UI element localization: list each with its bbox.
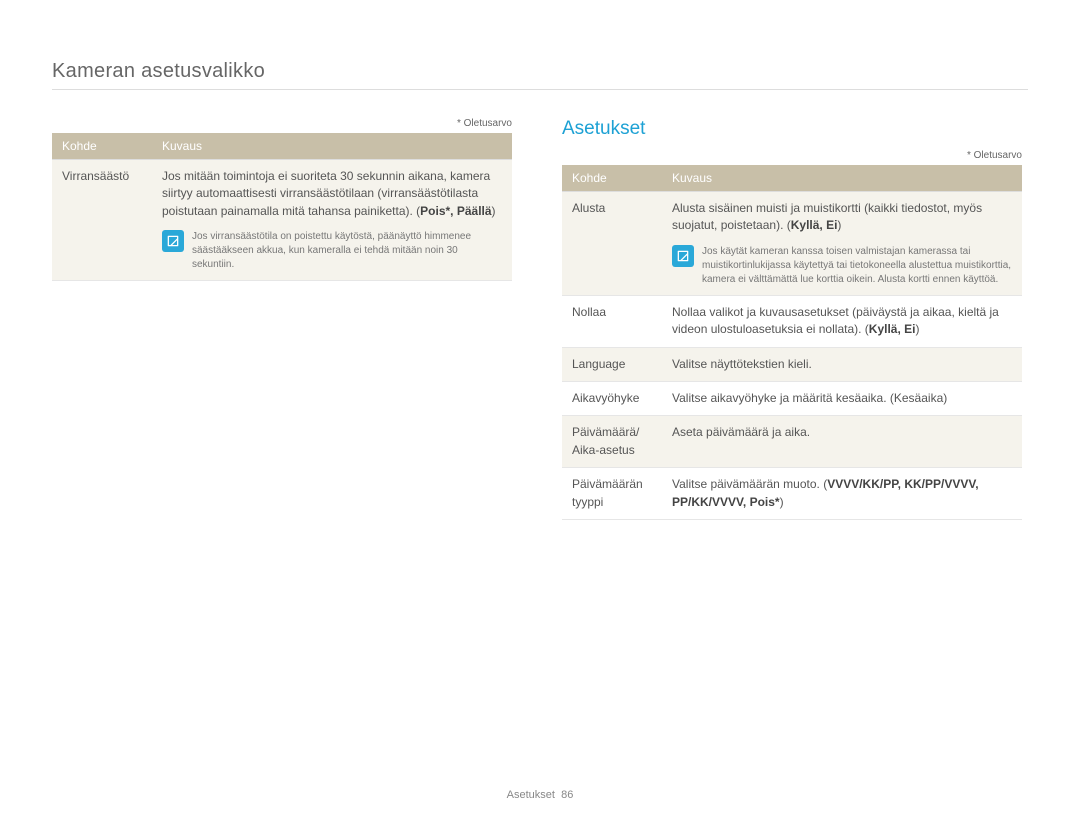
page-title: Kameran asetusvalikko: [52, 60, 1028, 90]
desc-post: ): [915, 322, 919, 336]
row-label: Päivämäärä/ Aika-asetus: [562, 416, 662, 468]
row-label: Virransäästö: [52, 160, 152, 281]
row-label: Language: [562, 347, 662, 381]
row-desc: Nollaa valikot ja kuvausasetukset (päivä…: [662, 295, 1022, 347]
right-table: Kohde Kuvaus Alusta Alusta sisäinen muis…: [562, 165, 1022, 520]
row-desc: Valitse päivämäärän muoto. (VVVV/KK/PP, …: [662, 468, 1022, 520]
default-note-right: * Oletusarvo: [562, 150, 1022, 161]
desc-post: ): [492, 204, 496, 218]
info-icon: [672, 245, 694, 267]
note-text: Jos virransäästötila on poistettu käytös…: [192, 230, 502, 272]
note-text: Jos käytät kameran kanssa toisen valmist…: [702, 245, 1012, 287]
desc-bold: Pois*, Päällä: [420, 204, 491, 218]
desc-post: ): [837, 218, 841, 232]
desc-pre: Nollaa valikot ja kuvausasetukset (päivä…: [672, 305, 999, 336]
table-row: Aikavyöhyke Valitse aikavyöhyke ja määri…: [562, 381, 1022, 415]
row-label: Päivämäärän tyyppi: [562, 468, 662, 520]
table-row: Päivämäärä/ Aika-asetus Aseta päivämäärä…: [562, 416, 1022, 468]
th-kohde: Kohde: [52, 133, 152, 160]
page-footer: Asetukset 86: [0, 789, 1080, 801]
table-row: Alusta Alusta sisäinen muisti ja muistik…: [562, 192, 1022, 296]
info-icon: [162, 230, 184, 252]
desc-bold: Kyllä, Ei: [869, 322, 916, 336]
th-kuvaus: Kuvaus: [152, 133, 512, 160]
section-title: Asetukset: [562, 118, 1022, 140]
manual-page: Kameran asetusvalikko * Oletusarvo Kohde…: [0, 0, 1080, 815]
table-row: Nollaa Nollaa valikot ja kuvausasetukset…: [562, 295, 1022, 347]
left-column: * Oletusarvo Kohde Kuvaus Virransäästö J…: [52, 118, 512, 520]
row-desc: Jos mitään toimintoja ei suoriteta 30 se…: [152, 160, 512, 281]
row-desc: Valitse näyttötekstien kieli.: [662, 347, 1022, 381]
row-desc: Alusta sisäinen muisti ja muistikortti (…: [662, 192, 1022, 296]
note-box: Jos virransäästötila on poistettu käytös…: [162, 230, 502, 272]
row-label: Aikavyöhyke: [562, 381, 662, 415]
row-desc: Aseta päivämäärä ja aika.: [662, 416, 1022, 468]
desc-bold: Kyllä, Ei: [791, 218, 838, 232]
th-kuvaus: Kuvaus: [662, 165, 1022, 192]
row-desc: Valitse aikavyöhyke ja määritä kesäaika.…: [662, 381, 1022, 415]
columns: * Oletusarvo Kohde Kuvaus Virransäästö J…: [52, 118, 1028, 520]
th-kohde: Kohde: [562, 165, 662, 192]
default-note-left: * Oletusarvo: [52, 118, 512, 129]
table-row: Language Valitse näyttötekstien kieli.: [562, 347, 1022, 381]
footer-page: 86: [561, 789, 573, 801]
left-table: Kohde Kuvaus Virransäästö Jos mitään toi…: [52, 133, 512, 281]
footer-label: Asetukset: [507, 789, 555, 801]
table-row: Päivämäärän tyyppi Valitse päivämäärän m…: [562, 468, 1022, 520]
desc-post: ): [780, 495, 784, 509]
note-box: Jos käytät kameran kanssa toisen valmist…: [672, 245, 1012, 287]
row-label: Nollaa: [562, 295, 662, 347]
desc-pre: Valitse päivämäärän muoto. (: [672, 477, 827, 491]
right-column: Asetukset * Oletusarvo Kohde Kuvaus Alus…: [562, 118, 1022, 520]
table-row: Virransäästö Jos mitään toimintoja ei su…: [52, 160, 512, 281]
row-label: Alusta: [562, 192, 662, 296]
